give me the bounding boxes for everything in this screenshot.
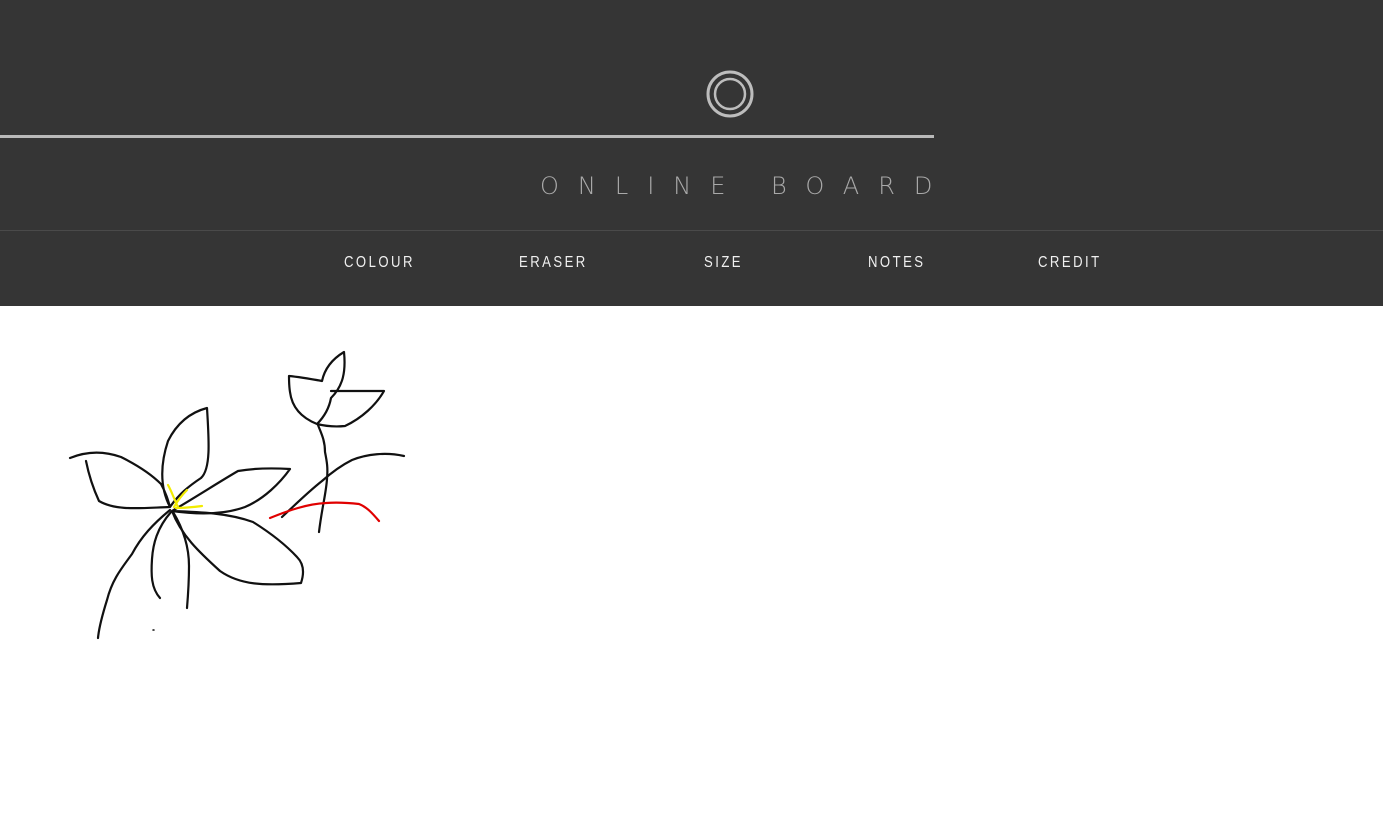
header-bar: ONLINE BOARD COLOUR ERASER SIZE NOTES CR… [0, 0, 1383, 306]
nav-size[interactable]: SIZE [704, 251, 743, 275]
logo-divider-line [0, 135, 934, 138]
drawing-stroke-black-branch [280, 423, 406, 534]
ring-logo-icon [706, 70, 754, 118]
nav-notes[interactable]: NOTES [868, 251, 926, 275]
app-title: ONLINE BOARD [540, 172, 952, 200]
drawing-stroke-black-flower-petals [68, 406, 305, 586]
nav-colour[interactable]: COLOUR [344, 251, 415, 275]
drawing-stroke-black-leaf-top [287, 350, 386, 428]
drawing-surface[interactable] [0, 306, 1383, 839]
drawing-stroke-black-stem-right [171, 510, 191, 610]
drawing-canvas[interactable] [0, 306, 1383, 839]
nav-credit[interactable]: CREDIT [1038, 251, 1102, 275]
nav-eraser[interactable]: ERASER [519, 251, 588, 275]
main-navigation: COLOUR ERASER SIZE NOTES CREDIT [0, 231, 1383, 306]
drawing-stroke-red-line [268, 501, 381, 523]
